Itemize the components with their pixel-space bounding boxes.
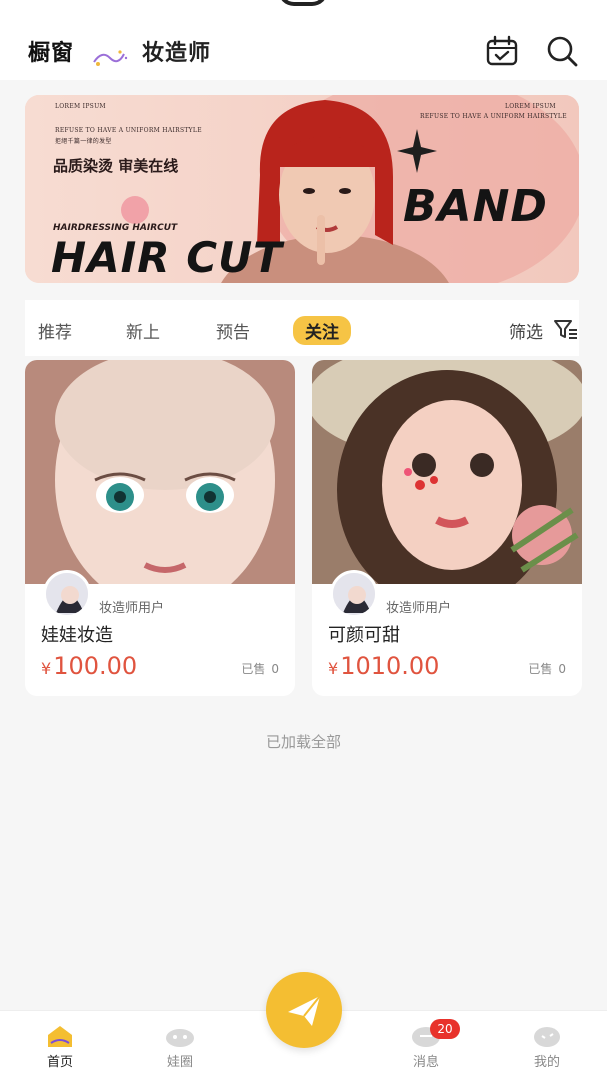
product-title: 娃娃妆造 — [41, 625, 113, 646]
all-loaded-text: 已加载全部 — [265, 733, 341, 751]
tab-makeup-artist[interactable]: 妆造师 — [142, 35, 211, 67]
nav-mine-label: 我的 — [533, 1055, 560, 1070]
calendar-icon[interactable] — [485, 34, 519, 68]
nav-circle[interactable]: 娃圈 — [150, 1023, 210, 1070]
status-bar — [0, 0, 607, 14]
tab-showcase[interactable]: 橱窗 — [28, 35, 74, 67]
banner-slogan: 品质染烫 审美在线 — [53, 157, 179, 175]
paper-plane-icon — [288, 995, 321, 1026]
tab-recommend[interactable]: 推荐 — [38, 318, 72, 343]
seller-name: 妆造师用户 — [99, 601, 165, 616]
currency-symbol: ¥ — [328, 659, 339, 678]
category-tabs: 推荐 新上 预告 关注 筛选 — [25, 300, 579, 356]
publish-button[interactable] — [266, 972, 342, 1048]
filter-icon[interactable] — [553, 318, 579, 340]
product-price: ¥100.00 — [41, 652, 137, 680]
profile-icon — [534, 1027, 560, 1047]
nav-messages-label: 消息 — [412, 1055, 439, 1070]
nav-home[interactable]: 首页 — [30, 1023, 90, 1070]
sold-number: 0 — [271, 662, 279, 676]
nav-mine[interactable]: 我的 — [517, 1023, 577, 1070]
sold-count: 已售 0 — [528, 660, 566, 677]
seller-avatar-image — [333, 573, 375, 615]
banner-refuse-right: REFUSE TO HAVE A UNIFORM HAIRSTYLE — [420, 113, 567, 120]
sold-count: 已售 0 — [241, 660, 279, 677]
currency-symbol: ¥ — [41, 659, 52, 678]
banner-haircut-text: HAIR CUT — [51, 233, 283, 282]
banner-refuse-cn: 拒絕千篇一律的发型 — [55, 138, 112, 145]
seller-name: 妆造师用户 — [386, 601, 452, 616]
sold-label: 已售 — [528, 662, 553, 676]
banner-lorem-right: LOREM IPSUM — [505, 103, 556, 110]
sparkle-decoration-icon — [93, 50, 128, 66]
nav-circle-label: 娃圈 — [166, 1055, 193, 1070]
home-icon — [48, 1026, 72, 1047]
price-value: 1010.00 — [340, 652, 440, 680]
tab-following[interactable]: 关注 — [293, 316, 351, 345]
banner-lorem-left: LOREM IPSUM — [55, 103, 106, 110]
tab-new[interactable]: 新上 — [126, 318, 160, 343]
product-image — [25, 360, 295, 584]
product-card[interactable]: 妆造师用户 娃娃妆造 ¥100.00 已售 0 — [25, 360, 295, 696]
sold-number: 0 — [558, 662, 566, 676]
product-image — [312, 360, 582, 584]
seller-avatar-image — [46, 573, 88, 615]
seller-avatar[interactable] — [43, 570, 91, 618]
top-header: 橱窗 妆造师 — [0, 14, 607, 80]
sold-label: 已售 — [241, 662, 266, 676]
product-title: 可颜可甜 — [328, 625, 400, 646]
filter-button[interactable]: 筛选 — [509, 318, 543, 343]
search-icon[interactable] — [545, 34, 579, 68]
messages-badge: 20 — [430, 1019, 460, 1039]
banner-refuse-left: REFUSE TO HAVE A UNIFORM HAIRSTYLE — [55, 127, 202, 134]
banner-hairdressing: HAIRDRESSING HAIRCUT — [53, 223, 178, 233]
tab-preview[interactable]: 预告 — [216, 318, 250, 343]
seller-avatar[interactable] — [330, 570, 378, 618]
product-card[interactable]: 妆造师用户 可颜可甜 ¥1010.00 已售 0 — [312, 360, 582, 696]
nav-messages[interactable]: 20 消息 — [396, 1019, 460, 1070]
status-glyph-icon — [278, 0, 328, 6]
product-price: ¥1010.00 — [328, 652, 439, 680]
promo-banner[interactable]: LOREM IPSUM REFUSE TO HAVE A UNIFORM HAI… — [25, 95, 579, 283]
banner-band-text: BAND — [403, 181, 548, 232]
nav-home-label: 首页 — [46, 1055, 73, 1070]
doll-circle-icon — [166, 1029, 194, 1047]
price-value: 100.00 — [53, 652, 138, 680]
